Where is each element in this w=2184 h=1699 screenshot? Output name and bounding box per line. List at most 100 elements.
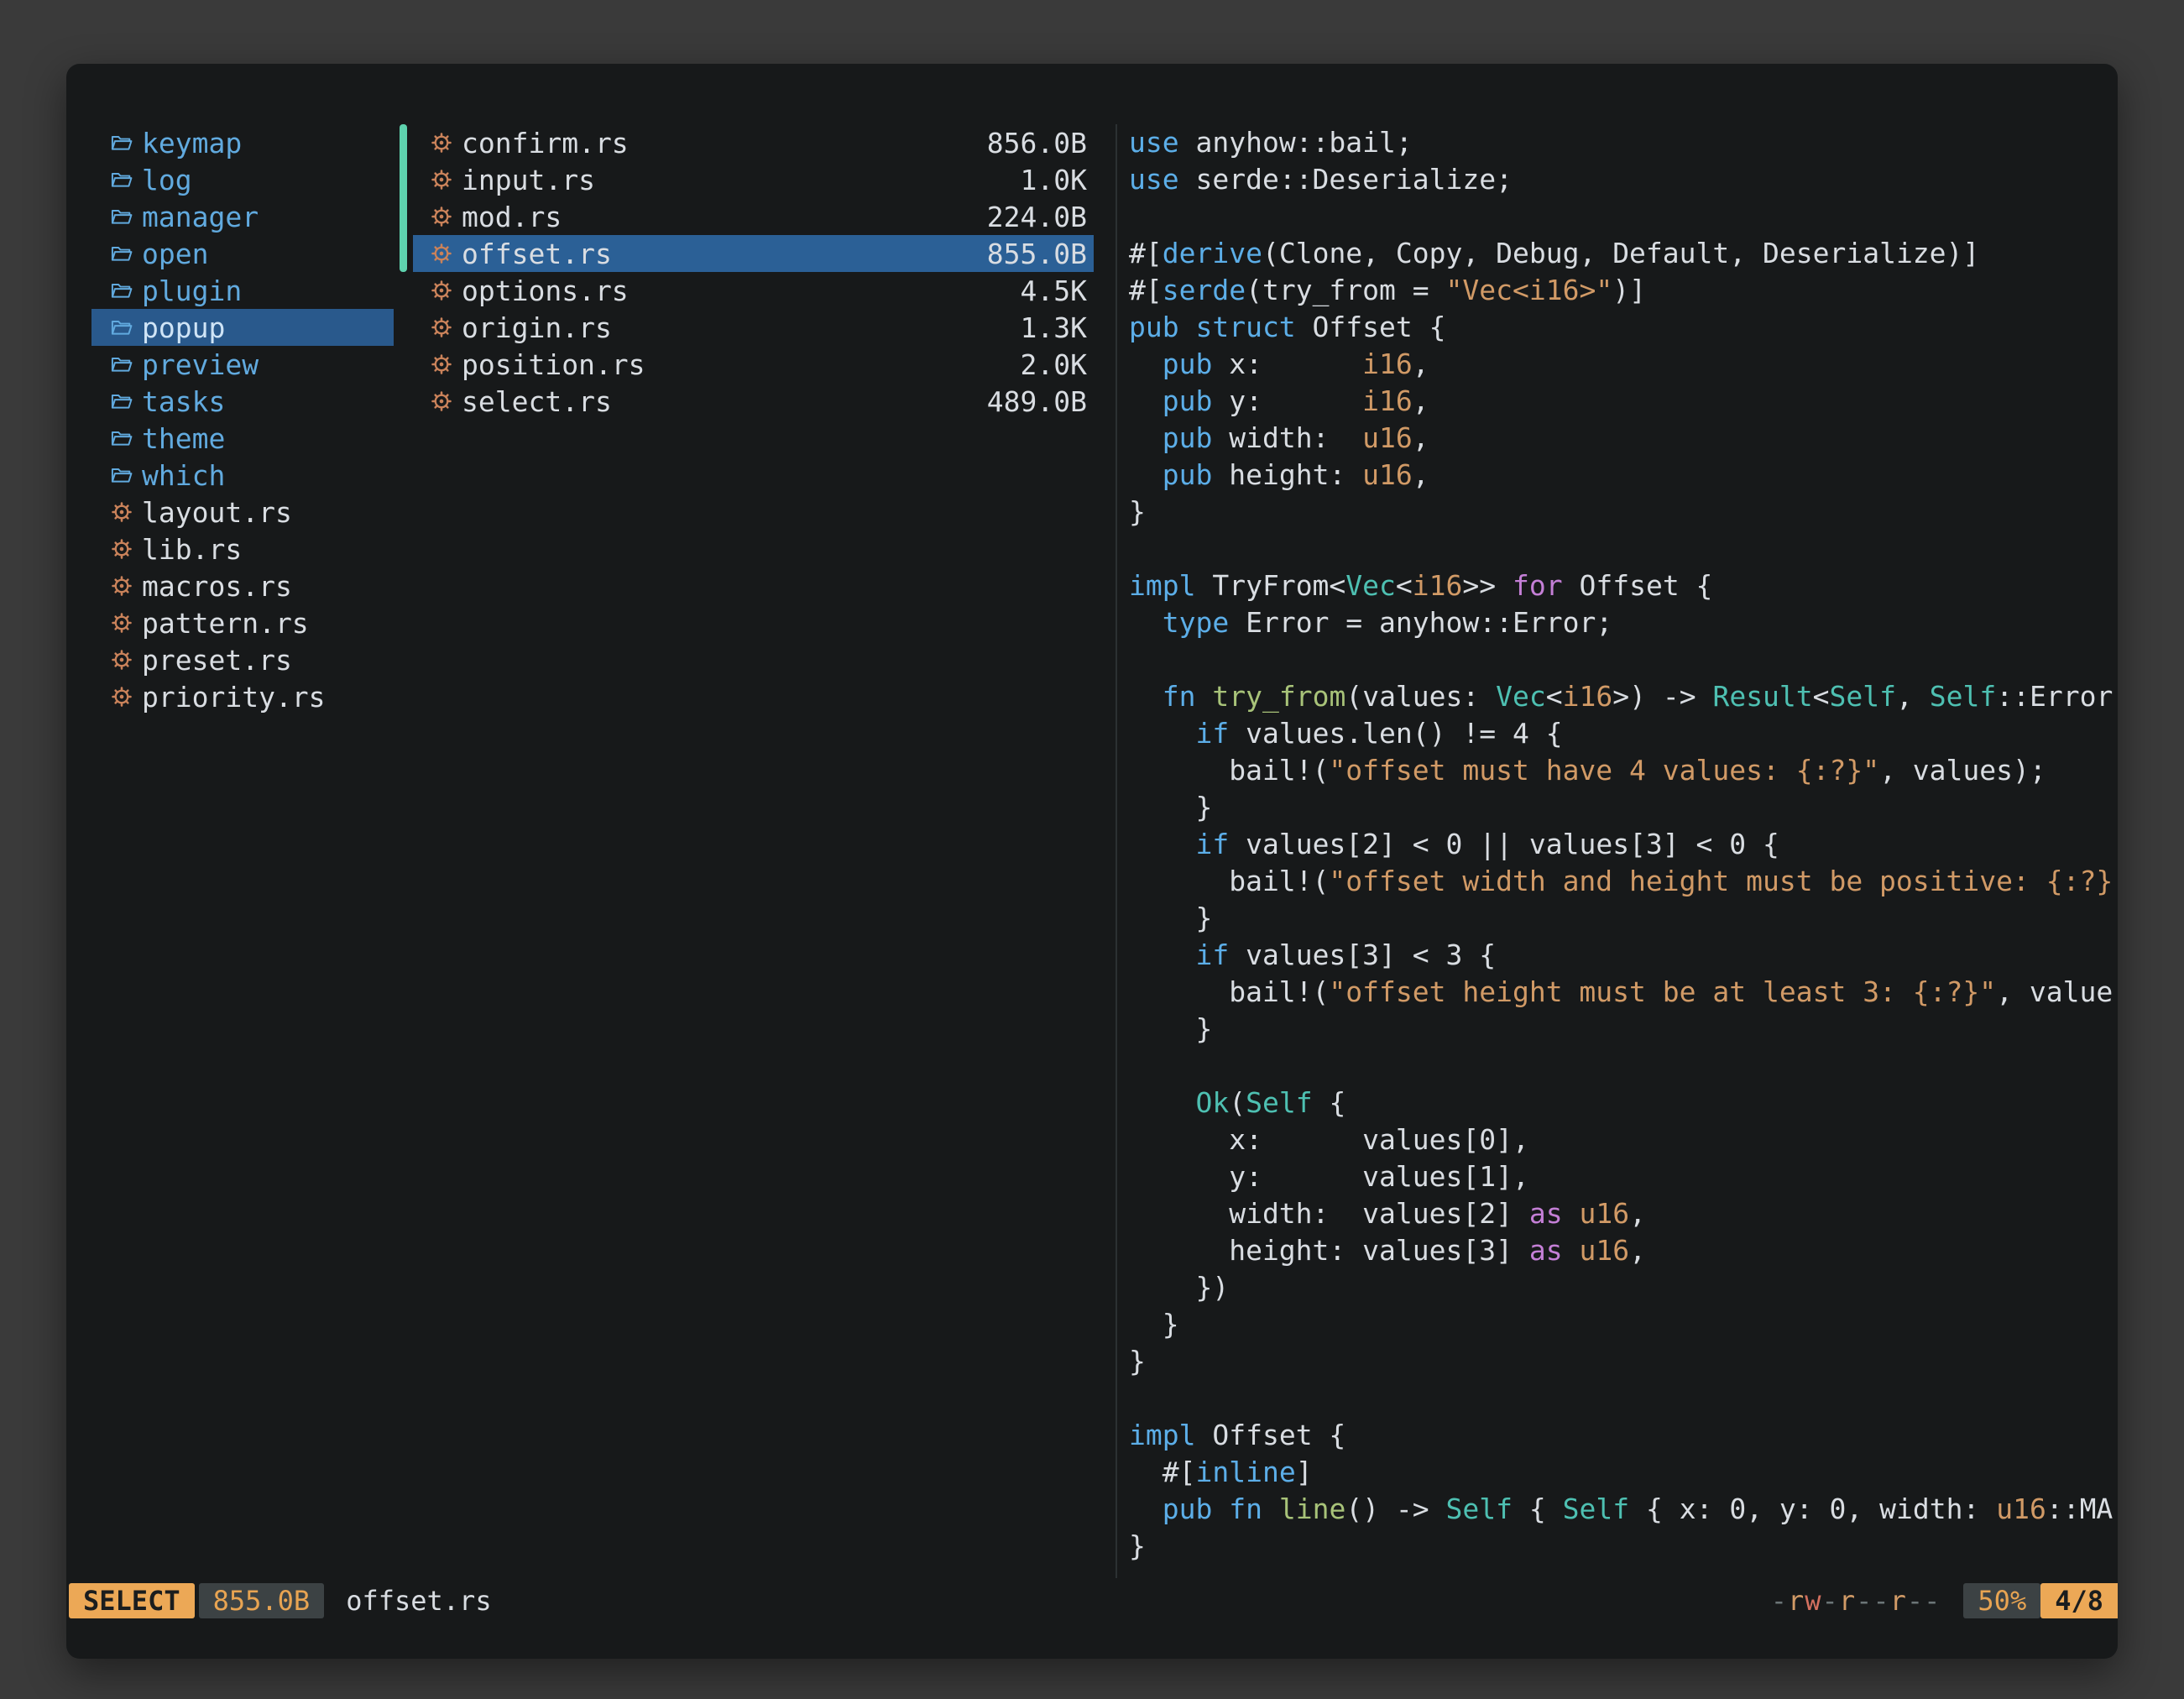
file-row-position-rs[interactable]: position.rs 2.0K bbox=[413, 346, 1094, 383]
sidebar-item-label: preset.rs bbox=[142, 644, 292, 677]
code-line: pub y: i16, bbox=[1129, 383, 2118, 420]
code-line bbox=[1129, 531, 2118, 567]
file-row-origin-rs[interactable]: origin.rs1.3K bbox=[413, 309, 1094, 346]
file-row-mod-rs[interactable]: mod.rs224.0B bbox=[413, 198, 1094, 235]
status-bar: SELECT 855.0B offset.rs -rw-r--r-- 50% 4… bbox=[66, 1581, 2118, 1620]
file-size: 855.0B bbox=[987, 238, 1087, 270]
code-line: x: values[0], bbox=[1129, 1121, 2118, 1158]
rust-file-icon bbox=[430, 242, 462, 265]
folder-icon bbox=[110, 389, 142, 413]
file-size: 856.0B bbox=[987, 127, 1087, 159]
file-size: 489.0B bbox=[987, 385, 1087, 418]
sidebar-item-macros-rs[interactable]: macros.rs bbox=[91, 567, 394, 604]
file-size-badge: 855.0B bbox=[199, 1583, 325, 1618]
folder-icon bbox=[110, 205, 142, 228]
code-preview: use anyhow::bail;use serde::Deserialize;… bbox=[1129, 124, 2118, 1565]
code-line: height: values[3] as u16, bbox=[1129, 1232, 2118, 1269]
file-name: mod.rs bbox=[462, 201, 562, 233]
code-line: impl Offset { bbox=[1129, 1417, 2118, 1454]
sidebar-item-label: lib.rs bbox=[142, 533, 242, 566]
middle-pane: confirm.rs 856.0B input.rs 1.0K mod.rs224.… bbox=[400, 124, 1094, 420]
sidebar-item-preset-rs[interactable]: preset.rs bbox=[91, 641, 394, 678]
sidebar-item-theme[interactable]: theme bbox=[91, 420, 394, 457]
file-name: select.rs bbox=[462, 385, 612, 418]
sidebar-item-label: theme bbox=[142, 422, 225, 455]
code-line: if values[2] < 0 || values[3] < 0 { bbox=[1129, 826, 2118, 863]
file-name: position.rs bbox=[462, 348, 645, 381]
file-size: 1.0K bbox=[1021, 164, 1087, 196]
code-line: use anyhow::bail; bbox=[1129, 124, 2118, 161]
code-line: } bbox=[1129, 789, 2118, 826]
folder-icon bbox=[110, 426, 142, 450]
file-row-options-rs[interactable]: options.rs4.5K bbox=[413, 272, 1094, 309]
folder-icon bbox=[110, 131, 142, 154]
sidebar-item-which[interactable]: which bbox=[91, 457, 394, 494]
sidebar-item-pattern-rs[interactable]: pattern.rs bbox=[91, 604, 394, 641]
sidebar-item-manager[interactable]: manager bbox=[91, 198, 394, 235]
sidebar-item-label: layout.rs bbox=[142, 496, 292, 529]
sidebar-item-label: priority.rs bbox=[142, 681, 326, 714]
rust-file-icon bbox=[110, 500, 142, 524]
preview-pane: use anyhow::bail;use serde::Deserialize;… bbox=[1129, 124, 2118, 1581]
code-line: }) bbox=[1129, 1269, 2118, 1306]
sidebar-item-label: preview bbox=[142, 348, 259, 381]
sidebar-file-list: keymap log manager open plugin popup bbox=[91, 124, 394, 715]
code-line: } bbox=[1129, 900, 2118, 937]
file-name: origin.rs bbox=[462, 311, 612, 344]
file-row-offset-rs[interactable]: offset.rs 855.0B bbox=[413, 235, 1094, 272]
folder-icon bbox=[110, 353, 142, 376]
pane-divider bbox=[1116, 124, 1117, 1578]
rust-file-icon bbox=[430, 353, 462, 376]
code-line: bail!("offset width and height must be p… bbox=[1129, 863, 2118, 900]
folder-icon bbox=[110, 316, 142, 339]
file-size: 2.0K bbox=[1021, 348, 1087, 381]
permissions: -rw-r--r-- bbox=[1771, 1585, 1941, 1617]
sidebar-item-keymap[interactable]: keymap bbox=[91, 124, 394, 161]
rust-file-icon bbox=[110, 611, 142, 635]
sidebar-item-preview[interactable]: preview bbox=[91, 346, 394, 383]
sidebar-item-label: macros.rs bbox=[142, 570, 292, 603]
sidebar-item-lib-rs[interactable]: lib.rs bbox=[91, 531, 394, 567]
file-row-input-rs[interactable]: input.rs 1.0K bbox=[413, 161, 1094, 198]
code-line: pub width: u16, bbox=[1129, 420, 2118, 457]
rust-file-icon bbox=[430, 389, 462, 413]
sidebar-item-layout-rs[interactable]: layout.rs bbox=[91, 494, 394, 531]
sidebar-item-label: plugin bbox=[142, 274, 242, 307]
sidebar-item-label: keymap bbox=[142, 127, 242, 159]
folder-icon bbox=[110, 242, 142, 265]
rust-file-icon bbox=[430, 279, 462, 302]
code-line: if values.len() != 4 { bbox=[1129, 715, 2118, 752]
sidebar-item-tasks[interactable]: tasks bbox=[91, 383, 394, 420]
code-line: } bbox=[1129, 1528, 2118, 1565]
file-row-select-rs[interactable]: select.rs 489.0B bbox=[413, 383, 1094, 420]
rust-file-icon bbox=[110, 648, 142, 672]
rust-file-icon bbox=[110, 537, 142, 561]
file-name: input.rs bbox=[462, 164, 595, 196]
sidebar-item-log[interactable]: log bbox=[91, 161, 394, 198]
sidebar-item-label: open bbox=[142, 238, 208, 270]
folder-icon bbox=[110, 463, 142, 487]
code-line: width: values[2] as u16, bbox=[1129, 1195, 2118, 1232]
code-line bbox=[1129, 198, 2118, 235]
sidebar-pane: keymap log manager open plugin popup bbox=[91, 124, 394, 715]
sidebar-item-label: manager bbox=[142, 201, 259, 233]
sidebar-item-open[interactable]: open bbox=[91, 235, 394, 272]
file-name: offset.rs bbox=[462, 238, 612, 270]
code-line: #[serde(try_from = "Vec<i16>")] bbox=[1129, 272, 2118, 309]
sidebar-item-label: log bbox=[142, 164, 192, 196]
code-line: pub struct Offset { bbox=[1129, 309, 2118, 346]
code-line: } bbox=[1129, 494, 2118, 531]
sidebar-item-popup[interactable]: popup bbox=[91, 309, 394, 346]
sidebar-item-plugin[interactable]: plugin bbox=[91, 272, 394, 309]
position-badge: 4/8 bbox=[2040, 1583, 2118, 1618]
file-list: confirm.rs 856.0B input.rs 1.0K mod.rs224.… bbox=[400, 124, 1094, 420]
file-size: 4.5K bbox=[1021, 274, 1087, 307]
rust-file-icon bbox=[110, 574, 142, 598]
file-name: confirm.rs bbox=[462, 127, 629, 159]
code-line: pub height: u16, bbox=[1129, 457, 2118, 494]
file-manager-window: keymap log manager open plugin popup bbox=[66, 64, 2118, 1659]
code-line: } bbox=[1129, 1011, 2118, 1048]
file-row-confirm-rs[interactable]: confirm.rs 856.0B bbox=[413, 124, 1094, 161]
sidebar-item-priority-rs[interactable]: priority.rs bbox=[91, 678, 394, 715]
code-line: fn try_from(values: Vec<i16>) -> Result<… bbox=[1129, 678, 2118, 715]
